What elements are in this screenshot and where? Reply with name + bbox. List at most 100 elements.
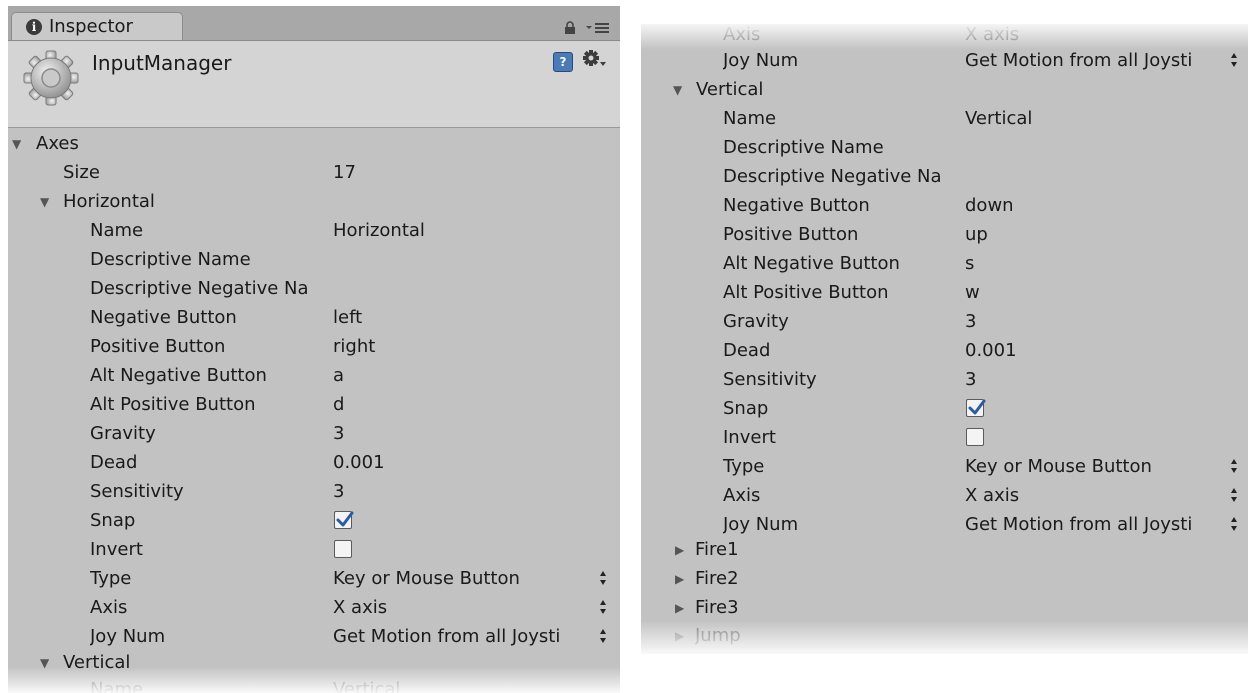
alt-positive-button-row: Alt Positive Button w xyxy=(641,279,1248,307)
dead-field[interactable]: 0.001 xyxy=(965,337,1017,365)
invert-checkbox[interactable] xyxy=(966,428,984,446)
alt-positive-button-label: Alt Positive Button xyxy=(723,282,889,303)
triangle-down-icon: ▼ xyxy=(40,195,50,209)
descriptive-name-label: Descriptive Name xyxy=(90,249,251,270)
inspector-tab[interactable]: i Inspector xyxy=(11,12,183,40)
axis-row: Axis X axis xyxy=(641,482,1248,510)
negative-button-field[interactable]: down xyxy=(965,192,1014,220)
settings-gear-icon[interactable] xyxy=(582,49,608,71)
snap-label: Snap xyxy=(90,510,136,531)
fire2-label: Fire2 xyxy=(695,568,739,589)
vertical-foldout[interactable]: ▼ Vertical xyxy=(641,76,1248,104)
positive-button-label: Positive Button xyxy=(90,336,226,357)
alt-negative-button-row: Alt Negative Button s xyxy=(641,250,1248,278)
axis-dropdown[interactable]: X axis xyxy=(965,24,1019,49)
axis-row: Axis X axis xyxy=(8,594,620,622)
snap-checkbox[interactable] xyxy=(966,399,986,417)
snap-label: Snap xyxy=(723,398,769,419)
lock-icon[interactable] xyxy=(563,21,577,35)
up-down-arrows-icon[interactable] xyxy=(1230,52,1238,68)
triangle-down-icon: ▼ xyxy=(40,656,50,670)
jump-foldout[interactable]: ▶ Jump xyxy=(641,622,1248,650)
fire1-label: Fire1 xyxy=(695,539,739,560)
gravity-field[interactable]: 3 xyxy=(333,420,344,448)
triangle-right-icon: ▶ xyxy=(675,543,685,557)
type-dropdown[interactable]: Key or Mouse Button xyxy=(965,453,1152,481)
invert-row: Invert xyxy=(8,536,620,564)
type-label: Type xyxy=(723,456,765,477)
sensitivity-field[interactable]: 3 xyxy=(965,366,976,394)
descriptive-name-field[interactable] xyxy=(333,246,603,274)
name-field[interactable]: Vertical xyxy=(333,676,400,693)
negative-button-label: Negative Button xyxy=(90,307,237,328)
descriptive-name-label: Descriptive Name xyxy=(723,137,884,158)
type-row: Type Key or Mouse Button xyxy=(641,453,1248,481)
descriptive-negative-name-field[interactable] xyxy=(965,163,1235,191)
joy-num-row: Joy Num Get Motion from all Joysti xyxy=(641,47,1248,75)
up-down-arrows-icon[interactable] xyxy=(1230,516,1238,532)
sensitivity-field[interactable]: 3 xyxy=(333,478,344,506)
alt-negative-button-field[interactable]: s xyxy=(965,250,974,278)
joy-num-label: Joy Num xyxy=(723,514,799,535)
negative-button-row: Negative Button left xyxy=(8,304,620,332)
alt-positive-button-field[interactable]: w xyxy=(965,279,980,307)
axes-foldout[interactable]: ▼ Axes xyxy=(8,130,620,158)
descriptive-name-field[interactable] xyxy=(965,134,1235,162)
fire1-foldout[interactable]: ▶ Fire1 xyxy=(641,536,1248,564)
invert-label: Invert xyxy=(90,539,143,560)
fire3-foldout[interactable]: ▶ Fire3 xyxy=(641,594,1248,622)
up-down-arrows-icon[interactable] xyxy=(1230,458,1238,474)
positive-button-label: Positive Button xyxy=(723,224,859,245)
invert-checkbox[interactable] xyxy=(334,540,352,558)
positive-button-field[interactable]: up xyxy=(965,221,988,249)
snap-row: Snap xyxy=(8,507,620,535)
up-down-arrows-icon[interactable] xyxy=(599,570,607,586)
fire2-foldout[interactable]: ▶ Fire2 xyxy=(641,565,1248,593)
fire3-label: Fire3 xyxy=(695,597,739,618)
dead-row: Dead 0.001 xyxy=(8,449,620,477)
up-down-arrows-icon[interactable] xyxy=(1230,487,1238,503)
axis-dropdown[interactable]: X axis xyxy=(965,482,1019,510)
gear-icon xyxy=(23,50,79,106)
size-row: Size 17 xyxy=(8,159,620,187)
horizontal-foldout[interactable]: ▼ Horizontal xyxy=(8,188,620,216)
joy-num-dropdown[interactable]: Get Motion from all Joysti xyxy=(333,623,595,651)
dead-field[interactable]: 0.001 xyxy=(333,449,385,477)
help-icon[interactable]: ? xyxy=(553,52,573,72)
jump-label: Jump xyxy=(695,625,741,646)
axis-dropdown[interactable]: X axis xyxy=(333,594,387,622)
gravity-field[interactable]: 3 xyxy=(965,308,976,336)
name-field[interactable]: Horizontal xyxy=(333,217,425,245)
size-field[interactable]: 17 xyxy=(333,159,356,187)
name-label: Name xyxy=(90,679,144,693)
positive-button-row: Positive Button up xyxy=(641,221,1248,249)
positive-button-row: Positive Button right xyxy=(8,333,620,361)
negative-button-field[interactable]: left xyxy=(333,304,362,332)
context-menu-icon[interactable] xyxy=(585,20,611,36)
alt-negative-button-label: Alt Negative Button xyxy=(723,253,900,274)
axis-label: Axis xyxy=(723,485,761,506)
name-field[interactable]: Vertical xyxy=(965,105,1032,133)
alt-negative-button-field[interactable]: a xyxy=(333,362,344,390)
up-down-arrows-icon[interactable] xyxy=(599,628,607,644)
sensitivity-row: Sensitivity 3 xyxy=(8,478,620,506)
alt-positive-button-field[interactable]: d xyxy=(333,391,344,419)
info-icon: i xyxy=(26,18,42,35)
vertical-label: Vertical xyxy=(696,79,764,100)
type-dropdown[interactable]: Key or Mouse Button xyxy=(333,565,520,593)
inspector-tab-bar: i Inspector xyxy=(8,6,620,41)
up-down-arrows-icon[interactable] xyxy=(599,599,607,615)
joy-num-dropdown[interactable]: Get Motion from all Joysti xyxy=(965,47,1227,75)
axes-label: Axes xyxy=(36,133,79,154)
checkmark-icon xyxy=(336,511,354,527)
triangle-right-icon: ▶ xyxy=(675,572,685,586)
snap-checkbox[interactable] xyxy=(334,511,354,529)
name-row: Name Vertical xyxy=(641,105,1248,133)
vertical-foldout[interactable]: ▼ Vertical xyxy=(8,649,620,677)
size-label: Size xyxy=(63,162,100,183)
joy-num-dropdown[interactable]: Get Motion from all Joysti xyxy=(965,511,1227,539)
joy-num-row: Joy Num Get Motion from all Joysti xyxy=(641,511,1248,539)
negative-button-label: Negative Button xyxy=(723,195,870,216)
positive-button-field[interactable]: right xyxy=(333,333,375,361)
descriptive-negative-name-field[interactable] xyxy=(333,275,603,303)
